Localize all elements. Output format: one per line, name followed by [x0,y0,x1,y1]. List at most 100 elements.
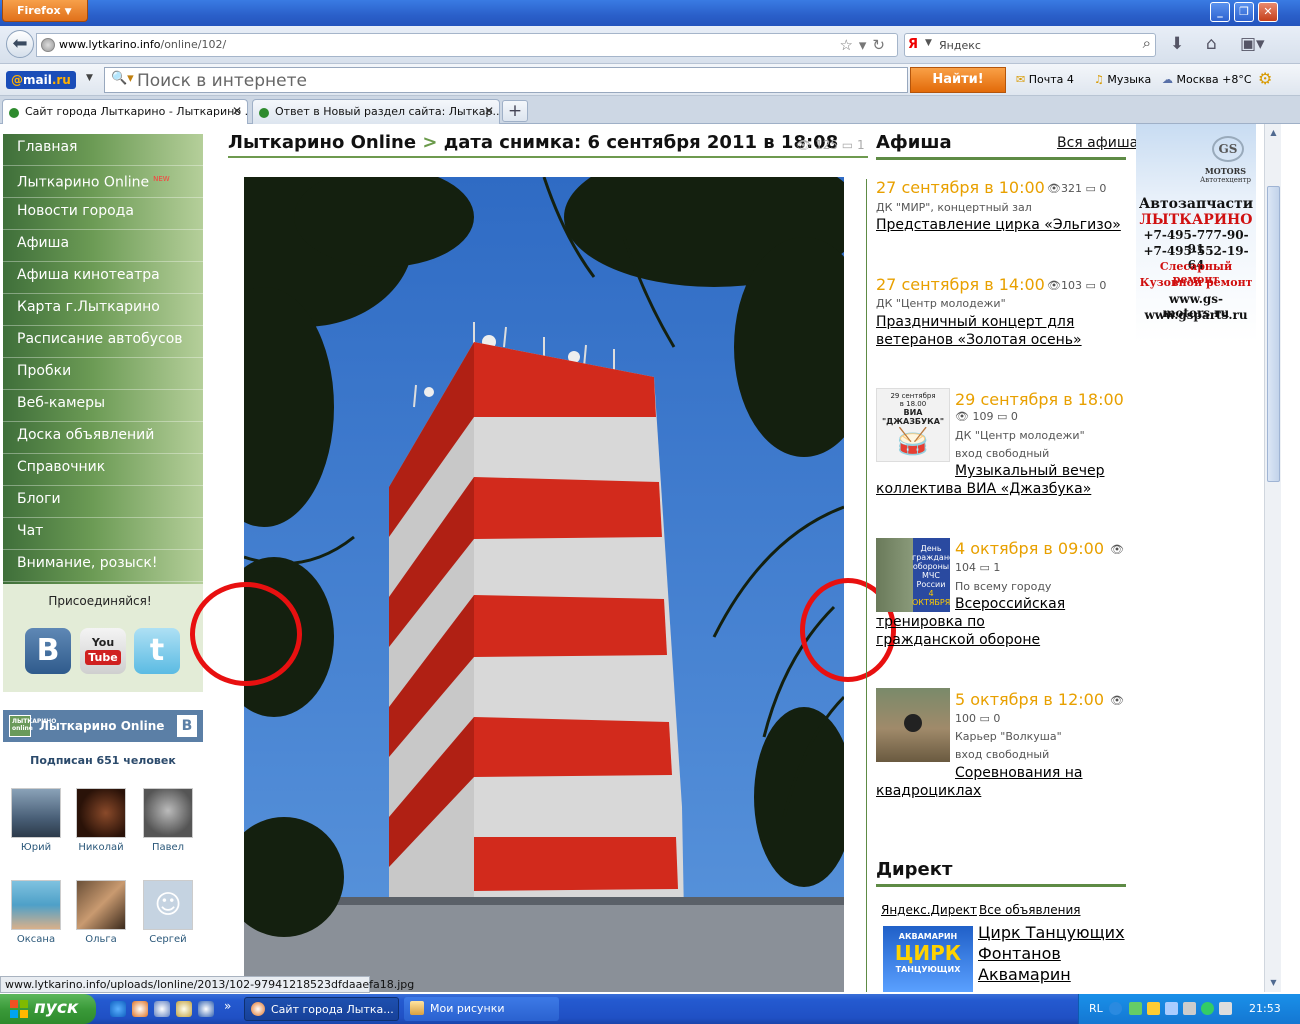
tab-reply[interactable]: Ответ в Новый раздел сайта: Лыткар... ✕ [252,99,500,124]
tab-lytkarino[interactable]: Сайт города Лыткарино - Лыткарино ... ✕ [2,99,248,125]
eye-icon: 👁 [1047,279,1061,292]
menu-item-blogs[interactable]: Блоги [3,486,203,518]
youtube-button[interactable]: You Tube [80,628,126,674]
vk-widget-header[interactable]: ЛЫТКАРИНО online Лыткарино Online B [3,710,203,742]
menu-item-wanted[interactable]: Внимание, розыск! [3,550,203,582]
event-link[interactable]: Представление цирка «Эльгизо» [876,216,1126,234]
quicklaunch-chevron[interactable]: » [224,999,231,1013]
music-link[interactable]: ♫ Музыка [1094,73,1151,86]
menu-item-buses[interactable]: Расписание автобусов [3,326,203,358]
ie-icon[interactable] [110,1001,126,1017]
all-afisha-link[interactable]: Вся афиша [1057,135,1138,151]
task-pictures[interactable]: Мои рисунки [404,997,559,1021]
event-link[interactable]: Праздничный концерт для ветеранов «Золот… [876,313,1126,349]
tray-app-icon[interactable] [1201,1002,1214,1015]
mailru-search-input[interactable]: 🔍▾ Поиск в интернете [104,67,908,93]
gs-motors-banner[interactable]: GS MOTORS Автотехцентр Автозапчасти ЛЫТКА… [1136,124,1256,342]
event-link[interactable]: Музыкальный вечер коллектива ВИА «Джазбу… [876,462,1126,498]
engine-dropdown-icon[interactable]: ▼ [925,38,932,48]
ad-link[interactable]: Цирк Танцующих Фонтанов Аквамарин [978,922,1126,985]
language-indicator[interactable]: RL [1089,1002,1103,1015]
scroll-down-icon[interactable]: ▼ [1267,976,1280,990]
direct-title: Директ [876,859,953,880]
start-button[interactable]: пуск [0,994,96,1024]
tray-network-icon[interactable] [1129,1002,1142,1015]
scrollbar-thumb[interactable] [1267,186,1280,482]
new-tab-button[interactable]: + [502,100,528,122]
search-icon[interactable]: ⌕ [1143,34,1151,52]
tab-close-icon[interactable]: ✕ [232,104,242,118]
tray-volume-icon[interactable] [1219,1002,1232,1015]
bookmarks-menu-icon[interactable]: ▣▾ [1240,34,1265,54]
menu-item-directory[interactable]: Справочник [3,454,203,486]
all-ads-link[interactable]: Все объявления [979,903,1080,917]
scroll-up-icon[interactable]: ▲ [1267,126,1280,140]
tray-app-icon[interactable] [1183,1002,1196,1015]
tray-app-icon[interactable] [1147,1002,1160,1015]
close-window-button[interactable]: ✕ [1258,2,1278,22]
title-link[interactable]: Лыткарино Online [228,132,416,153]
settings-gear-icon[interactable]: ⚙ [1258,69,1272,88]
restore-button[interactable]: ❐ [1234,2,1254,22]
reload-icon[interactable]: ↻ [872,36,891,54]
menu-item-label: Доска объявлений [17,427,155,443]
yandex-direct-link[interactable]: Яндекс.Директ [881,903,977,917]
tray-back-icon[interactable] [1109,1002,1122,1015]
event-thumbnail[interactable]: 29 сентября в 18.00 ВИА "ДЖАЗБУКА" 🥁 [876,388,950,462]
tab-close-icon[interactable]: ✕ [484,104,494,118]
main-photo[interactable] [244,177,844,992]
mailru-logo[interactable]: @mail.ru [6,71,76,89]
history-dropdown-icon[interactable]: ▾ [859,36,873,54]
mailru-dropdown-icon[interactable]: ▼ [86,73,93,83]
event-link[interactable]: Соревнования на квадроциклах [876,764,1126,800]
menu-item-afisha[interactable]: Афиша [3,230,203,262]
window-edge [1281,124,1300,992]
menu-item-map[interactable]: Карта г.Лыткарино [3,294,203,326]
menu-item-online[interactable]: Лыткарино Online NEW [3,166,203,198]
menu-item-ads[interactable]: Доска объявлений [3,422,203,454]
mail-link[interactable]: ✉ Почта 4 [1016,73,1074,86]
twitter-button[interactable]: t [134,628,180,674]
folder-icon[interactable] [176,1001,192,1017]
menu-item-cinema[interactable]: Афиша кинотеатра [3,262,203,294]
firefox-menu-button[interactable]: Firefox ▼ [2,0,88,22]
menu-item-news[interactable]: Новости города [3,198,203,230]
task-firefox[interactable]: Сайт города Лытка... [244,997,399,1021]
home-icon[interactable]: ⌂ [1206,34,1217,54]
vkontakte-button[interactable]: B [25,628,71,674]
downloads-icon[interactable]: ⬇ [1170,34,1184,54]
app-icon[interactable] [198,1001,214,1017]
task-label: Сайт города Лытка... [271,1003,394,1016]
member-avatar[interactable]: ☺ Сергей [140,880,196,945]
site-identity-icon[interactable] [41,38,55,52]
menu-item-label: Лыткарино Online [17,174,150,191]
menu-item-chat[interactable]: Чат [3,518,203,550]
back-button[interactable]: ⬅ [6,30,34,58]
member-avatar[interactable]: Ольга [73,880,129,945]
bookmark-star-icon[interactable]: ☆ [839,36,858,54]
minimize-button[interactable]: _ [1210,2,1230,22]
clock[interactable]: 21:53 [1249,1002,1281,1015]
yandex-icon[interactable]: Я [908,37,922,53]
member-avatar[interactable]: Юрий [8,788,64,853]
member-avatar[interactable]: Оксана [8,880,64,945]
vertical-scrollbar[interactable]: ▲ ▼ [1264,124,1281,992]
window-titlebar: Firefox ▼ _ ❐ ✕ [0,0,1300,26]
logo-at: @ [11,73,23,87]
address-bar[interactable]: www.lytkarino.info/online/102/ ☆▾↻ [36,33,898,57]
menu-item-label: Расписание автобусов [17,331,183,347]
firefox-icon[interactable] [132,1001,148,1017]
menu-item-webcams[interactable]: Веб-камеры [3,390,203,422]
event-thumbnail[interactable] [876,688,950,762]
menu-item-traffic[interactable]: Пробки [3,358,203,390]
member-avatar[interactable]: Николай [73,788,129,853]
weather-link[interactable]: ☁ Москва +8°C [1162,73,1252,86]
search-bar[interactable]: Я ▼ Яндекс ⌕ [904,33,1156,57]
media-icon[interactable] [154,1001,170,1017]
event-link[interactable]: Всероссийская тренировка по гражданской … [876,595,1072,649]
tray-app-icon[interactable] [1165,1002,1178,1015]
member-avatar[interactable]: Павел [140,788,196,853]
menu-item-home[interactable]: Главная [3,134,203,166]
ad-image[interactable]: АКВАМАРИН ЦИРК ТАНЦУЮЩИХ [883,926,973,992]
find-button[interactable]: Найти! [910,67,1006,93]
